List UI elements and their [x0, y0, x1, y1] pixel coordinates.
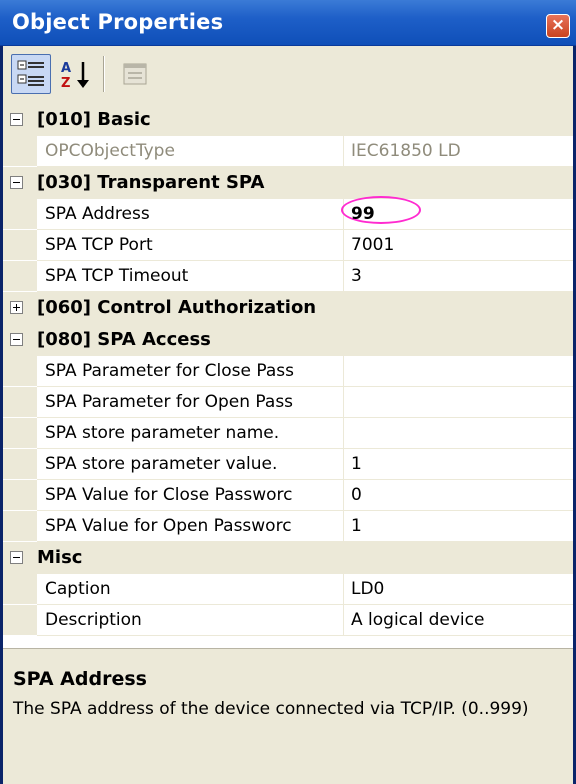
property-name: Description: [45, 610, 142, 630]
property-row[interactable]: SPA TCP Timeout 3: [37, 261, 573, 292]
sort-alphabetical-button[interactable]: A Z: [57, 54, 97, 94]
property-row[interactable]: SPA Parameter for Open Pass: [37, 387, 573, 418]
column-divider: [343, 511, 344, 541]
property-value[interactable]: 1: [351, 516, 569, 536]
property-name: Caption: [45, 579, 111, 599]
property-value[interactable]: LD0: [351, 579, 569, 599]
column-divider: [343, 480, 344, 510]
help-panel: SPA Address The SPA address of the devic…: [3, 652, 573, 784]
column-divider: [343, 418, 344, 448]
property-value[interactable]: 1: [351, 454, 569, 474]
category-transparent-spa[interactable]: [030] Transparent SPA: [3, 167, 573, 199]
property-name: SPA Parameter for Close Pass: [45, 361, 294, 381]
row-margin: [3, 261, 37, 291]
property-name: OPCObjectType: [45, 141, 175, 161]
property-row[interactable]: SPA Address 99: [37, 196, 573, 230]
category-misc[interactable]: Misc: [3, 542, 573, 574]
property-name: SPA store parameter name.: [45, 423, 280, 443]
column-divider: [343, 449, 344, 479]
property-value[interactable]: 7001: [351, 235, 569, 255]
property-row[interactable]: Caption LD0: [37, 574, 573, 605]
categorized-icon: [17, 60, 44, 86]
property-name: SPA Value for Close Passworc: [45, 485, 293, 505]
title-bar[interactable]: Object Properties ×: [0, 0, 576, 46]
property-row[interactable]: OPCObjectType IEC61850 LD: [37, 136, 573, 167]
column-divider: [343, 605, 344, 635]
category-label: [030] Transparent SPA: [37, 172, 265, 193]
column-divider: [343, 387, 344, 417]
category-control-authorization[interactable]: [060] Control Authorization: [3, 292, 573, 324]
category-label: [060] Control Authorization: [37, 297, 317, 318]
svg-text:A: A: [61, 61, 71, 76]
property-grid: [010] Basic OPCObjectType IEC61850 LD [0…: [3, 104, 573, 648]
property-row[interactable]: SPA store parameter name.: [37, 418, 573, 449]
property-pages-button[interactable]: [115, 54, 155, 94]
column-divider: [343, 136, 344, 166]
property-name: SPA TCP Port: [45, 235, 153, 255]
row-margin: [3, 605, 37, 635]
expand-icon[interactable]: [10, 301, 23, 314]
property-row[interactable]: SPA TCP Port 7001: [37, 230, 573, 261]
row-margin: [3, 418, 37, 448]
property-name: SPA Value for Open Passworc: [45, 516, 292, 536]
row-margin: [3, 230, 37, 260]
column-divider: [343, 261, 344, 291]
help-description: The SPA address of the device connected …: [13, 699, 529, 719]
row-margin: [3, 511, 37, 541]
sort-alphabetical-icon: A Z: [61, 61, 89, 91]
property-name: SPA Parameter for Open Pass: [45, 392, 294, 412]
column-divider: [343, 356, 344, 386]
collapse-icon[interactable]: [10, 176, 23, 189]
row-margin: [3, 480, 37, 510]
property-row[interactable]: SPA Value for Close Passworc 0: [37, 480, 573, 511]
svg-text:Z: Z: [61, 76, 70, 91]
collapse-icon[interactable]: [10, 551, 23, 564]
row-margin: [3, 449, 37, 479]
property-name: SPA store parameter value.: [45, 454, 278, 474]
collapse-icon[interactable]: [10, 113, 23, 126]
property-value[interactable]: 0: [351, 485, 569, 505]
toolbar-separator: [103, 56, 105, 92]
property-name: SPA Address: [45, 204, 150, 224]
property-row[interactable]: SPA Value for Open Passworc 1: [37, 511, 573, 542]
row-margin: [3, 136, 37, 166]
property-row[interactable]: SPA store parameter value. 1: [37, 449, 573, 480]
window-title: Object Properties: [12, 10, 224, 34]
property-value[interactable]: 3: [351, 266, 569, 286]
property-row[interactable]: Description A logical device: [37, 605, 573, 636]
column-divider: [343, 230, 344, 260]
property-value[interactable]: A logical device: [351, 610, 569, 630]
property-value: IEC61850 LD: [351, 141, 461, 161]
row-margin: [3, 574, 37, 604]
property-name: SPA TCP Timeout: [45, 266, 189, 286]
help-title: SPA Address: [13, 668, 147, 690]
category-label: [080] SPA Access: [37, 329, 211, 350]
category-label: [010] Basic: [37, 109, 151, 130]
close-button[interactable]: ×: [546, 14, 570, 38]
property-pages-icon: [123, 63, 147, 85]
row-margin: [3, 356, 37, 386]
row-margin: [3, 387, 37, 417]
category-label: Misc: [37, 547, 83, 568]
property-value-input[interactable]: 99: [351, 204, 569, 224]
object-properties-window: Object Properties × A Z [010] Basic OPCO…: [0, 0, 576, 784]
property-row[interactable]: SPA Parameter for Close Pass: [37, 356, 573, 387]
categorized-button[interactable]: [11, 54, 51, 94]
row-margin: [3, 199, 37, 229]
column-divider: [343, 574, 344, 604]
category-basic[interactable]: [010] Basic: [3, 104, 573, 136]
toolbar: A Z: [3, 46, 573, 105]
collapse-icon[interactable]: [10, 333, 23, 346]
category-spa-access[interactable]: [080] SPA Access: [3, 324, 573, 356]
